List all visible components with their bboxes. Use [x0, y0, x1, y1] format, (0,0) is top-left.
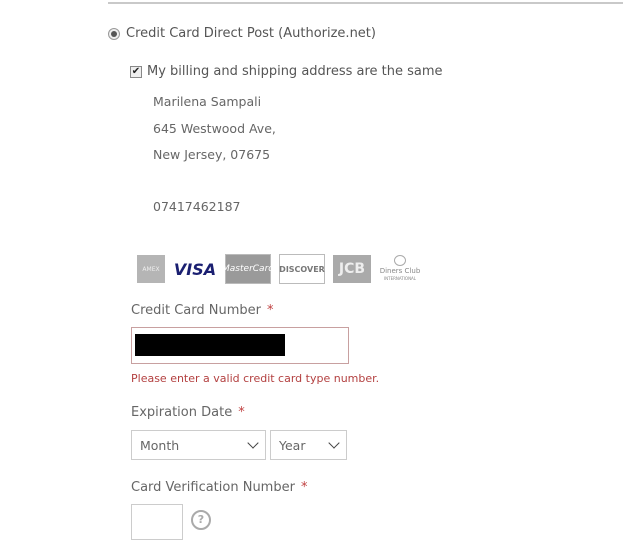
redacted-value	[135, 334, 285, 356]
chevron-down-icon	[328, 437, 340, 449]
same-address-label: My billing and shipping address are the …	[147, 64, 443, 79]
discover-logo-icon: DISCOVER	[279, 254, 325, 284]
cvv-input[interactable]	[131, 504, 183, 540]
section-divider	[108, 2, 623, 4]
payment-method-label: Credit Card Direct Post (Authorize.net)	[126, 26, 376, 41]
expiration-month-select[interactable]: Month	[131, 430, 266, 460]
diners-circle-icon	[394, 255, 406, 266]
chevron-down-icon	[247, 437, 259, 449]
address-phone: 07417462187	[153, 199, 241, 214]
cvv-label: Card Verification Number *	[131, 480, 308, 495]
radio-button-selected[interactable]	[108, 27, 120, 40]
required-marker: *	[300, 480, 308, 495]
expiration-label: Expiration Date *	[131, 405, 245, 420]
required-marker: *	[267, 303, 274, 318]
same-address-checkbox[interactable]: ✔	[130, 65, 142, 78]
diners-club-logo-icon: Diners Club INTERNATIONAL	[379, 255, 421, 283]
required-marker: *	[238, 405, 245, 420]
address-name: Marilena Sampali	[153, 94, 262, 109]
expiration-year-select[interactable]: Year	[270, 430, 347, 460]
cc-number-label: Credit Card Number *	[131, 303, 274, 318]
card-type-logos: AMEX VISA MasterCard DISCOVER JCB Diners…	[137, 254, 421, 284]
jcb-logo-icon: JCB	[333, 255, 371, 283]
cc-number-input[interactable]	[131, 327, 349, 364]
visa-logo-icon: VISA	[173, 259, 217, 279]
help-question-icon[interactable]: ?	[191, 510, 211, 530]
cc-number-error: Please enter a valid credit card type nu…	[131, 372, 380, 385]
address-city-zip: New Jersey, 07675	[153, 147, 271, 162]
amex-logo-icon: AMEX	[137, 255, 165, 283]
same-address-option[interactable]: ✔ My billing and shipping address are th…	[130, 64, 443, 79]
address-street: 645 Westwood Ave,	[153, 121, 276, 136]
payment-method-option[interactable]: Credit Card Direct Post (Authorize.net)	[108, 26, 376, 41]
mastercard-logo-icon: MasterCard	[222, 254, 274, 284]
